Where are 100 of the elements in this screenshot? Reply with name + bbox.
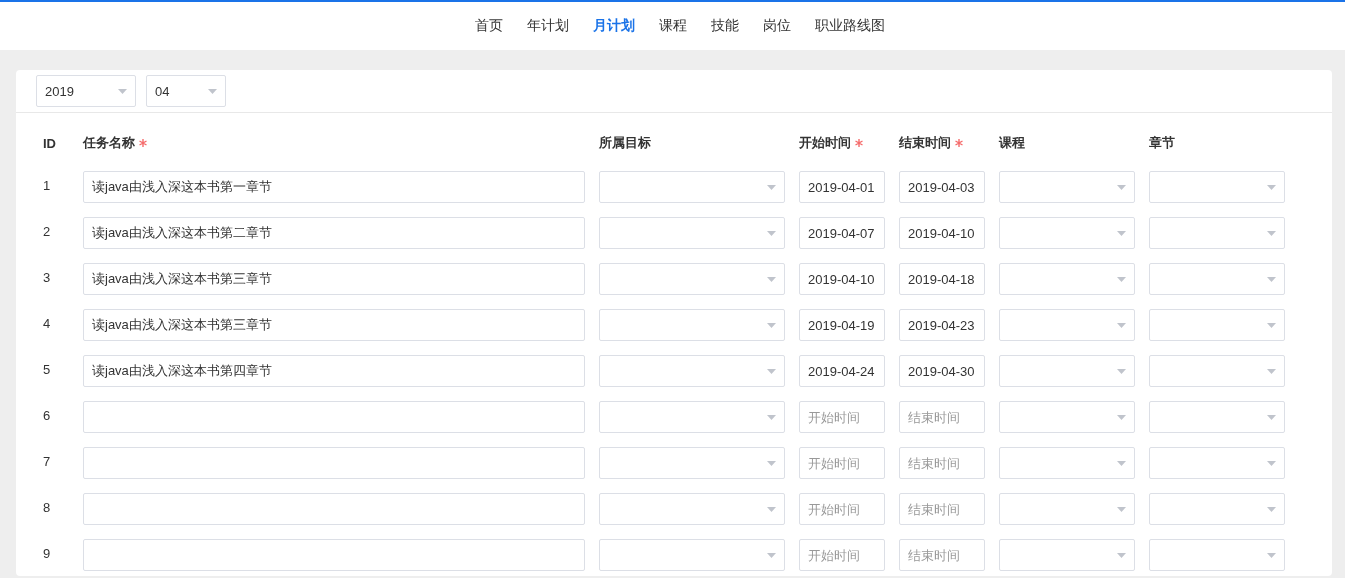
nav-link[interactable]: 岗位 <box>762 17 791 35</box>
date-field[interactable]: 2019-04-30 <box>899 355 985 387</box>
task-name-field[interactable]: 读java由浅入深这本书第一章节 <box>83 171 585 203</box>
caret-icon <box>1267 552 1276 558</box>
caret-icon <box>1117 230 1126 236</box>
date-field[interactable]: 2019-04-03 <box>899 171 985 203</box>
column-header: 结束时间 <box>899 134 951 152</box>
task-name-field[interactable] <box>83 493 585 525</box>
caret-icon <box>767 368 776 374</box>
dropdown-field[interactable] <box>599 263 785 295</box>
caret-icon <box>767 506 776 512</box>
caret-icon <box>1267 460 1276 466</box>
dropdown-field[interactable] <box>599 309 785 341</box>
nav-link[interactable]: 技能 <box>710 17 739 35</box>
nav-link[interactable]: 月计划 <box>592 17 635 35</box>
task-name-field[interactable] <box>83 401 585 433</box>
dropdown-field[interactable] <box>1149 539 1285 571</box>
caret-icon <box>767 460 776 466</box>
dropdown-field[interactable] <box>599 355 785 387</box>
row-id: 1 <box>42 177 52 193</box>
date-field[interactable]: 2019-04-18 <box>899 263 985 295</box>
task-name-field[interactable] <box>83 539 585 571</box>
dropdown-field[interactable] <box>1149 309 1285 341</box>
nav-link[interactable]: 职业路线图 <box>814 17 885 35</box>
date-field[interactable]: 2019-04-19 <box>799 309 885 341</box>
dropdown-field[interactable] <box>1149 447 1285 479</box>
row-id: 4 <box>42 315 52 331</box>
column-header: 课程 <box>999 134 1025 152</box>
date-field[interactable]: 2019-04-01 <box>799 171 885 203</box>
date-field[interactable]: 2019-04-24 <box>799 355 885 387</box>
caret-icon <box>767 184 776 190</box>
nav-link[interactable]: 年计划 <box>526 17 569 35</box>
caret-icon <box>1117 322 1126 328</box>
dropdown-field[interactable] <box>1149 263 1285 295</box>
dropdown-field[interactable] <box>599 447 785 479</box>
date-field[interactable]: 结束时间 <box>899 401 985 433</box>
required-icon <box>139 139 147 147</box>
caret-icon <box>1117 552 1126 558</box>
caret-icon <box>767 276 776 282</box>
date-field[interactable]: 开始时间 <box>799 539 885 571</box>
dropdown-field[interactable] <box>999 355 1135 387</box>
dropdown-field[interactable] <box>1149 171 1285 203</box>
row-id: 9 <box>42 545 52 561</box>
date-field[interactable]: 2019-04-10 <box>899 217 985 249</box>
task-name-field[interactable]: 读java由浅入深这本书第三章节 <box>83 263 585 295</box>
caret-icon <box>1117 414 1126 420</box>
row-id: 5 <box>42 361 52 377</box>
row-id: 8 <box>42 499 52 515</box>
dropdown-field[interactable] <box>999 171 1135 203</box>
column-header: 开始时间 <box>799 134 851 152</box>
dropdown-field[interactable] <box>1149 401 1285 433</box>
dropdown-field[interactable] <box>999 493 1135 525</box>
dropdown-field[interactable] <box>999 447 1135 479</box>
date-field[interactable]: 开始时间 <box>799 401 885 433</box>
caret-icon <box>1117 184 1126 190</box>
required-icon <box>955 139 963 147</box>
dropdown-field[interactable] <box>599 493 785 525</box>
date-field[interactable]: 2019-04-07 <box>799 217 885 249</box>
dropdown-field[interactable] <box>999 401 1135 433</box>
task-name-field[interactable] <box>83 447 585 479</box>
column-header: 任务名称 <box>83 134 135 152</box>
caret-icon <box>1267 368 1276 374</box>
task-name-field[interactable]: 读java由浅入深这本书第四章节 <box>83 355 585 387</box>
row-id: 3 <box>42 269 52 285</box>
caret-icon <box>1267 506 1276 512</box>
date-field[interactable]: 开始时间 <box>799 493 885 525</box>
caret-icon <box>1267 276 1276 282</box>
dropdown-field[interactable] <box>599 171 785 203</box>
caret-icon <box>208 88 217 94</box>
date-field[interactable]: 2019-04-23 <box>899 309 985 341</box>
dropdown-field[interactable] <box>1149 217 1285 249</box>
dropdown-field[interactable] <box>599 539 785 571</box>
caret-icon <box>1117 368 1126 374</box>
dropdown-field[interactable] <box>599 401 785 433</box>
row-id: 7 <box>42 453 52 469</box>
dropdown-field[interactable] <box>599 217 785 249</box>
task-name-field[interactable]: 读java由浅入深这本书第三章节 <box>83 309 585 341</box>
year-dropdown[interactable]: 2019 <box>36 75 136 107</box>
column-header: ID <box>42 135 56 151</box>
nav-link[interactable]: 首页 <box>474 17 503 35</box>
dropdown-field[interactable] <box>1149 493 1285 525</box>
dropdown-field[interactable] <box>999 263 1135 295</box>
caret-icon <box>1267 414 1276 420</box>
dropdown-field[interactable] <box>1149 355 1285 387</box>
caret-icon <box>1117 460 1126 466</box>
date-field[interactable]: 结束时间 <box>899 539 985 571</box>
caret-icon <box>767 552 776 558</box>
month-dropdown[interactable]: 04 <box>146 75 226 107</box>
caret-icon <box>1267 184 1276 190</box>
nav-link[interactable]: 课程 <box>658 17 687 35</box>
caret-icon <box>767 322 776 328</box>
date-field[interactable]: 结束时间 <box>899 493 985 525</box>
dropdown-field[interactable] <box>999 217 1135 249</box>
date-field[interactable]: 2019-04-10 <box>799 263 885 295</box>
date-field[interactable]: 结束时间 <box>899 447 985 479</box>
date-field[interactable]: 开始时间 <box>799 447 885 479</box>
task-name-field[interactable]: 读java由浅入深这本书第二章节 <box>83 217 585 249</box>
dropdown-field[interactable] <box>999 309 1135 341</box>
dropdown-field[interactable] <box>999 539 1135 571</box>
caret-icon <box>1117 276 1126 282</box>
